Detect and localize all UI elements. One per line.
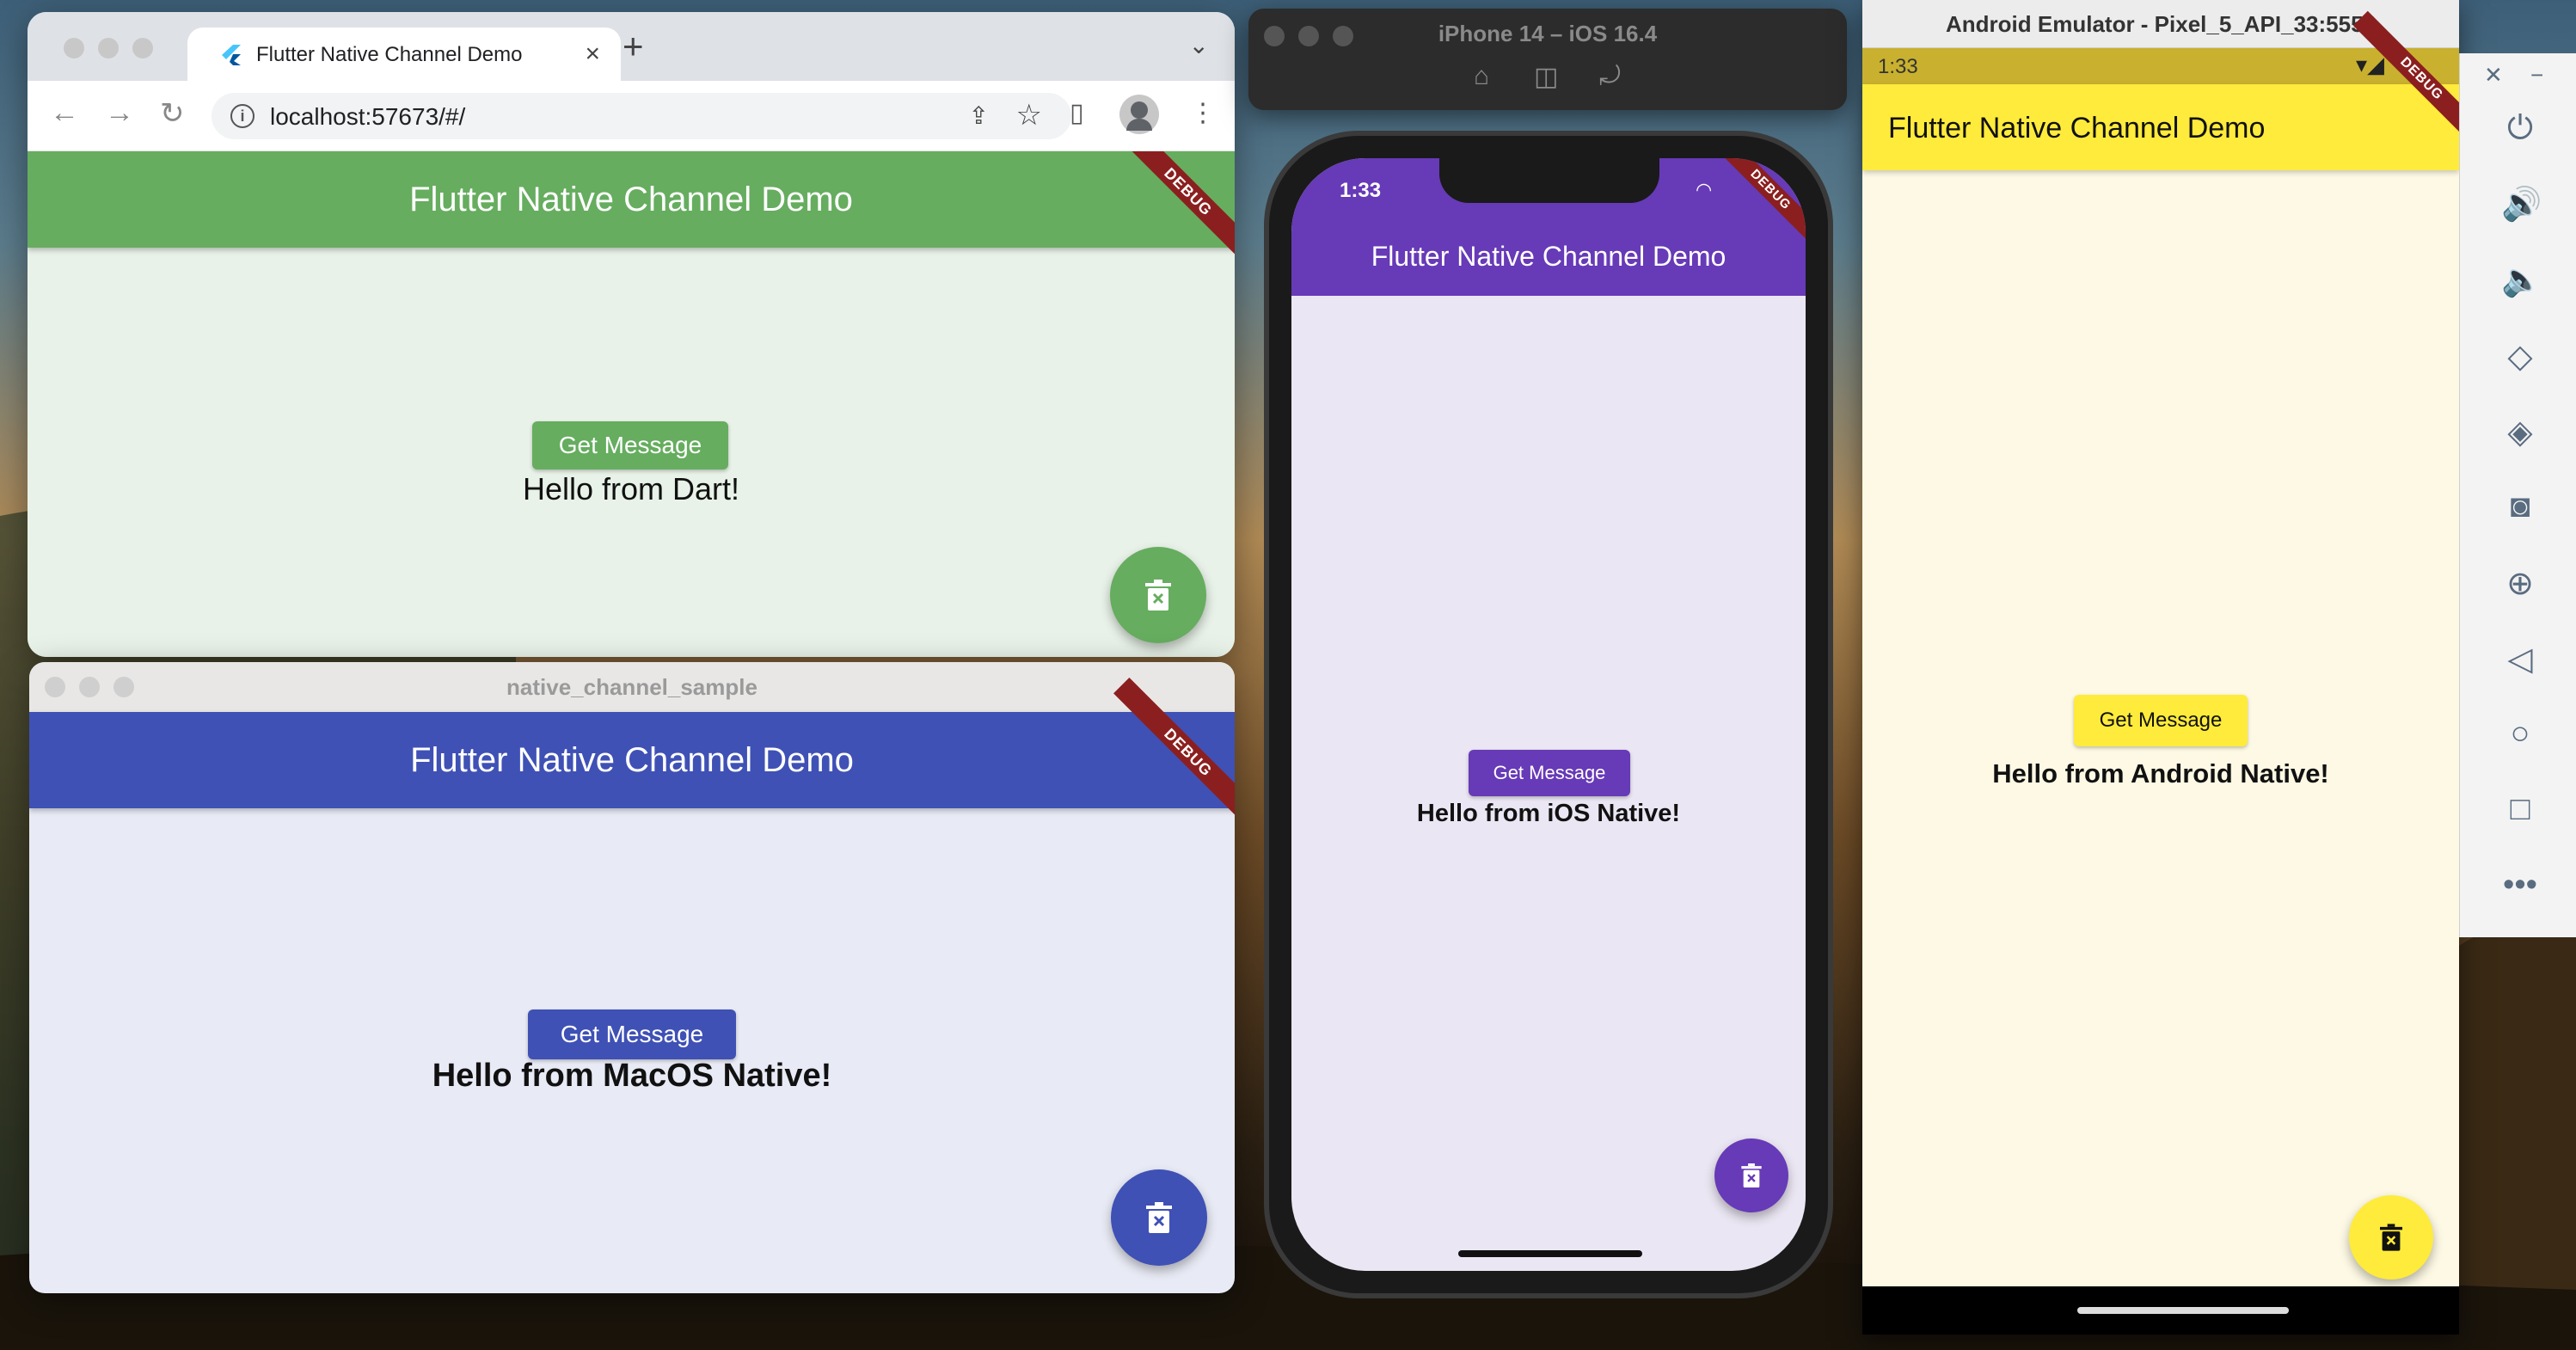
status-time: 1:33 [1340,179,1382,202]
chrome-window: Flutter Native Channel Demo × + ⌄ ← → ↻ … [28,12,1235,657]
overview-icon[interactable]: □ [2501,791,2539,828]
app-title: Flutter Native Channel Demo [1371,241,1727,272]
volume-up-icon[interactable]: 🔊 [2501,186,2542,224]
android-emulator-window: Android Emulator - Pixel_5_API_33:5554 1… [1862,0,2490,1335]
app-title: Flutter Native Channel Demo [409,180,853,218]
tab-title: Flutter Native Channel Demo [256,43,523,66]
android-nav-bar [1862,1286,2459,1335]
gesture-pill[interactable] [2077,1307,2289,1314]
zoom-icon[interactable]: ⊕ [2501,564,2539,603]
browser-tab[interactable]: Flutter Native Channel Demo × [187,28,621,81]
get-message-button[interactable]: Get Message [532,421,728,469]
window-controls[interactable] [64,38,167,63]
screenshot-icon[interactable]: ◫ [1534,62,1558,92]
more-icon[interactable]: ••• [2501,867,2539,904]
forward-icon[interactable]: → [105,96,134,130]
get-message-button[interactable]: Get Message [1469,750,1630,796]
web-app-page: Flutter Native Channel Demo DEBUG Get Me… [28,151,1235,657]
camera-icon[interactable]: ◙ [2501,488,2539,525]
url-text: localhost:57673/#/ [270,103,466,130]
app-title: Flutter Native Channel Demo [410,740,854,779]
dynamic-notch [1439,158,1659,203]
status-time: 1:33 [1878,55,1918,78]
bookmark-star-icon[interactable]: ☆ [1016,98,1042,132]
info-icon[interactable]: i [230,104,255,128]
status-bar: 1:33 ▾◢ [1862,48,2459,84]
simulator-title: iPhone 14 – iOS 16.4 [1438,21,1658,46]
get-message-button[interactable]: Get Message [528,1009,736,1059]
emulator-toolbar: ✕ − ⏻ 🔊 🔈 ◇ ◈ ◙ ⊕ ◁ ○ □ ••• [2459,53,2576,937]
app-bar: Flutter Native Channel Demo [29,712,1235,808]
get-message-button[interactable]: Get Message [2074,695,2248,746]
rotate-left-icon[interactable]: ◇ [2501,337,2539,376]
macos-app-window: native_channel_sample Flutter Native Cha… [29,662,1235,1293]
close-tab-icon[interactable]: × [585,40,600,69]
home-icon[interactable]: ○ [2501,715,2539,752]
window-title: native_channel_sample [506,674,757,700]
clear-fab[interactable] [1111,1169,1207,1266]
new-tab-button[interactable]: + [623,26,644,67]
browser-toolbar: ← → ↻ i localhost:57673/#/ ⇪ ☆ ▯ ⋮ [28,81,1235,151]
rotate-right-icon[interactable]: ◈ [2501,413,2539,451]
delete-icon [2380,1224,2402,1251]
address-bar[interactable]: i localhost:57673/#/ ⇪ ☆ [212,93,1071,139]
clear-fab[interactable] [1714,1138,1788,1212]
rotate-icon[interactable]: ⤾ [1599,62,1621,91]
flutter-logo-icon [222,45,241,65]
app-bar: Flutter Native Channel Demo [1862,84,2459,170]
app-title: Flutter Native Channel Demo [1888,112,2266,144]
clear-fab[interactable] [2349,1195,2433,1279]
home-icon[interactable]: ⌂ [1474,62,1489,91]
signal-icon: ▾◢ [2356,52,2385,77]
delete-icon [1145,580,1171,611]
chrome-menu-icon[interactable]: ⋮ [1190,98,1216,128]
delete-icon [1146,1202,1172,1233]
clear-fab[interactable] [1110,547,1206,643]
message-text: Hello from iOS Native! [1416,800,1681,827]
tab-strip: Flutter Native Channel Demo × + ⌄ [28,12,1235,81]
back-icon[interactable]: ◁ [2501,640,2539,678]
iphone-frame: 1:33 ◠ Flutter Native Channel Demo DEBUG… [1264,131,1833,1298]
delete-icon [1741,1163,1762,1187]
message-text: Hello from Dart! [522,471,740,506]
side-panel-icon[interactable]: ▯ [1070,98,1084,128]
simulator-toolbar: iPhone 14 – iOS 16.4 ⌂ ◫ ⤾ [1248,9,1847,110]
volume-down-icon[interactable]: 🔈 [2501,261,2542,299]
back-icon[interactable]: ← [50,96,79,130]
home-indicator[interactable] [1458,1250,1642,1257]
reload-icon[interactable]: ↻ [160,96,185,131]
app-bar: Flutter Native Channel Demo [28,151,1235,248]
close-icon[interactable]: ✕ [2484,62,2503,89]
minimize-icon[interactable]: − [2530,62,2543,89]
message-text: Hello from Android Native! [1992,758,2329,789]
profile-avatar[interactable] [1119,95,1159,134]
window-titlebar: native_channel_sample [29,662,1235,712]
share-icon[interactable]: ⇪ [969,101,989,130]
tab-search-icon[interactable]: ⌄ [1189,31,1209,59]
message-text: Hello from MacOS Native! [432,1058,832,1094]
wifi-icon: ◠ [1696,179,1713,200]
iphone-screen: 1:33 ◠ Flutter Native Channel Demo DEBUG… [1291,158,1806,1271]
power-icon[interactable]: ⏻ [2501,110,2539,147]
